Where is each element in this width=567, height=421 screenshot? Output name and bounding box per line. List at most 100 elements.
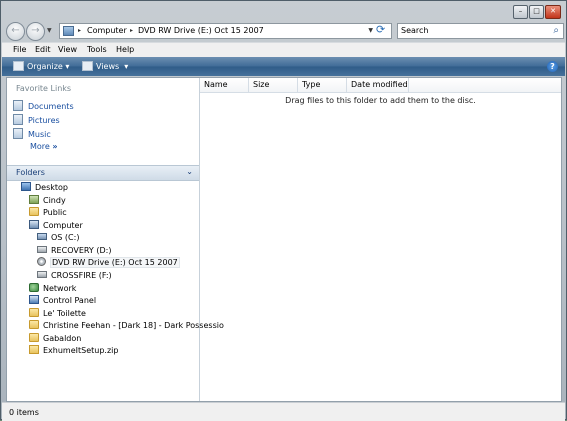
tree-item-crossfire-f[interactable]: CROSSFIRE (F:) [37, 270, 112, 281]
tree-item-os-c[interactable]: OS (C:) [37, 232, 79, 243]
close-button[interactable]: ✕ [545, 5, 561, 19]
command-bar: Organize ▾ Views ▾ ? [2, 57, 565, 76]
organize-label: Organize [27, 62, 63, 71]
menu-view[interactable]: View [58, 45, 77, 54]
computer-icon [63, 26, 74, 36]
search-icon[interactable]: ⌕ [553, 25, 559, 36]
hard-drive-icon [37, 246, 47, 253]
documents-icon [13, 100, 23, 111]
views-label: Views [96, 62, 120, 71]
tree-item-computer[interactable]: Computer [29, 220, 83, 231]
tree-item-label: Christine Feehan - [Dark 18] - Dark Poss… [43, 321, 224, 330]
tree-item-desktop[interactable]: Desktop [21, 182, 68, 193]
tree-item-label: Cindy [43, 196, 66, 205]
folder-icon [29, 207, 39, 216]
column-date-modified[interactable]: Date modified [347, 78, 409, 92]
menu-file[interactable]: File [13, 45, 26, 54]
refresh-icon[interactable]: ⟳ [376, 23, 385, 36]
os-drive-icon [37, 233, 47, 240]
network-icon [29, 283, 39, 292]
menu-help[interactable]: Help [116, 45, 134, 54]
tree-item-recovery-d[interactable]: RECOVERY (D:) [37, 245, 111, 256]
tree-item-label: Desktop [35, 183, 68, 192]
tree-item-label: Control Panel [43, 296, 97, 305]
tree-item-gabaldon[interactable]: Gabaldon [29, 333, 81, 344]
computer-icon [29, 220, 39, 229]
tree-item-label: RECOVERY (D:) [51, 246, 112, 255]
tree-item-cindy[interactable]: Cindy [29, 195, 66, 206]
menu-bar: File Edit View Tools Help [2, 42, 565, 57]
favorite-links-title: Favorite Links [16, 84, 72, 93]
tree-item-label: Public [43, 208, 67, 217]
control-panel-icon [29, 295, 39, 304]
tree-item-christine-feehan[interactable]: Christine Feehan - [Dark 18] - Dark Poss… [29, 320, 224, 331]
favorite-music[interactable]: Music [13, 128, 51, 139]
minimize-button[interactable]: – [513, 5, 528, 19]
tree-item-exhumeitsetup[interactable]: ExhumeItSetup.zip [29, 345, 118, 356]
tree-item-label: DVD RW Drive (E:) Oct 15 2007 [50, 257, 180, 268]
breadcrumb-dvd-drive[interactable]: DVD RW Drive (E:) Oct 15 2007 [138, 26, 264, 35]
file-list[interactable]: Name Size Type Date modified Drag files … [200, 78, 561, 401]
user-folder-icon [29, 195, 39, 204]
content-area: Favorite Links Documents Pictures Music … [6, 77, 562, 402]
favorite-pictures[interactable]: Pictures [13, 114, 60, 125]
column-name[interactable]: Name [200, 78, 249, 92]
column-size[interactable]: Size [249, 78, 298, 92]
menu-tools[interactable]: Tools [87, 45, 107, 54]
chevron-down-icon[interactable]: ▼ [368, 27, 373, 34]
tree-item-dvd-e[interactable]: DVD RW Drive (E:) Oct 15 2007 [37, 257, 180, 268]
tree-item-label: Gabaldon [43, 334, 82, 343]
favorite-documents[interactable]: Documents [13, 100, 74, 111]
status-bar: 0 items [2, 402, 565, 421]
favorite-music-label: Music [28, 130, 51, 139]
removable-drive-icon [37, 271, 47, 278]
pictures-icon [13, 114, 23, 125]
back-button[interactable]: ← [6, 22, 25, 41]
search-input[interactable]: Search ⌕ [397, 23, 564, 39]
organize-button[interactable]: Organize ▾ [13, 61, 69, 71]
tree-item-network[interactable]: Network [29, 283, 76, 294]
favorite-pictures-label: Pictures [28, 116, 60, 125]
tree-item-le-toilette[interactable]: Le' Toilette [29, 308, 86, 319]
tree-item-label: Le' Toilette [43, 309, 86, 318]
forward-button[interactable]: → [26, 22, 45, 41]
folders-header[interactable]: Folders ⌄ [7, 165, 199, 181]
double-chevron-icon: » [52, 142, 58, 151]
more-favorites-link[interactable]: More » [30, 142, 58, 151]
empty-folder-message: Drag files to this folder to add them to… [285, 96, 476, 105]
window-controls: – □ ✕ [513, 5, 561, 19]
explorer-window: – □ ✕ ← → ▼ ▸ Computer ▸ DVD RW Drive (E… [0, 0, 567, 421]
chevron-down-icon[interactable]: ⌄ [186, 167, 193, 176]
search-placeholder: Search [401, 26, 429, 35]
column-type[interactable]: Type [298, 78, 347, 92]
navigation-row: ← → ▼ ▸ Computer ▸ DVD RW Drive (E:) Oct… [6, 22, 564, 41]
tree-item-label: Computer [43, 221, 83, 230]
breadcrumb-computer[interactable]: Computer [87, 26, 127, 35]
zip-folder-icon [29, 345, 39, 354]
tree-item-label: Network [43, 284, 77, 293]
menu-edit[interactable]: Edit [35, 45, 51, 54]
tree-item-label: CROSSFIRE (F:) [51, 271, 112, 280]
maximize-button[interactable]: □ [529, 5, 544, 19]
views-icon [82, 61, 93, 71]
tree-item-public[interactable]: Public [29, 207, 67, 218]
music-icon [13, 128, 23, 139]
views-button[interactable]: Views ▾ [82, 61, 128, 71]
folder-icon [29, 308, 39, 317]
item-count: 0 items [9, 408, 39, 417]
help-icon[interactable]: ? [547, 61, 558, 72]
folders-title: Folders [16, 168, 45, 177]
folder-icon [29, 333, 39, 342]
favorite-documents-label: Documents [28, 102, 74, 111]
chevron-right-icon[interactable]: ▸ [78, 27, 81, 34]
chevron-right-icon[interactable]: ▸ [130, 27, 133, 34]
column-headers: Name Size Type Date modified [200, 78, 561, 93]
tree-item-label: ExhumeItSetup.zip [43, 346, 119, 355]
folder-icon [29, 320, 39, 329]
navigation-pane: Favorite Links Documents Pictures Music … [7, 78, 224, 401]
desktop-icon [21, 182, 31, 191]
tree-item-control-panel[interactable]: Control Panel [29, 295, 96, 306]
recent-pages-dropdown[interactable]: ▼ [47, 27, 52, 34]
address-bar[interactable]: ▸ Computer ▸ DVD RW Drive (E:) Oct 15 20… [59, 23, 392, 39]
tree-item-label: OS (C:) [51, 233, 80, 242]
